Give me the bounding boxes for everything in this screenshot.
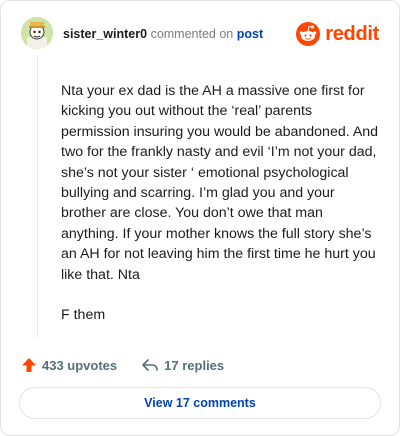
replies-button[interactable]: 17 replies (141, 357, 224, 373)
upvote-arrow-icon (22, 358, 36, 372)
reddit-logo-icon (296, 22, 321, 46)
reply-count: 17 replies (164, 357, 225, 373)
reddit-wordmark: reddit (325, 22, 379, 45)
upvote-button[interactable]: 433 upvotes (21, 357, 117, 373)
comment-paragraph: F them (61, 307, 106, 324)
comment-actions: 433 upvotes 17 replies (21, 355, 224, 375)
byline: sister_winter0 commented on post (63, 27, 263, 41)
view-comments-button[interactable]: View 17 comments (19, 387, 381, 419)
reply-arrow-icon (142, 359, 158, 371)
avatar-icon (21, 17, 53, 49)
comment-body: Nta your ex dad is the AH a massive one … (61, 81, 383, 325)
post-link[interactable]: post (237, 27, 263, 41)
comment-paragraph: Nta your ex dad is the AH a massive one … (61, 83, 379, 283)
avatar[interactable] (21, 17, 53, 49)
commented-on-text: commented on (150, 27, 234, 41)
reddit-brand[interactable]: reddit (296, 20, 379, 48)
upvote-count: 433 upvotes (42, 357, 118, 373)
comment-header: sister_winter0 commented on post reddit (21, 17, 379, 53)
comment-card: sister_winter0 commented on post reddit … (0, 0, 400, 436)
username-link[interactable]: sister_winter0 (63, 27, 147, 41)
thread-line[interactable] (37, 57, 38, 337)
